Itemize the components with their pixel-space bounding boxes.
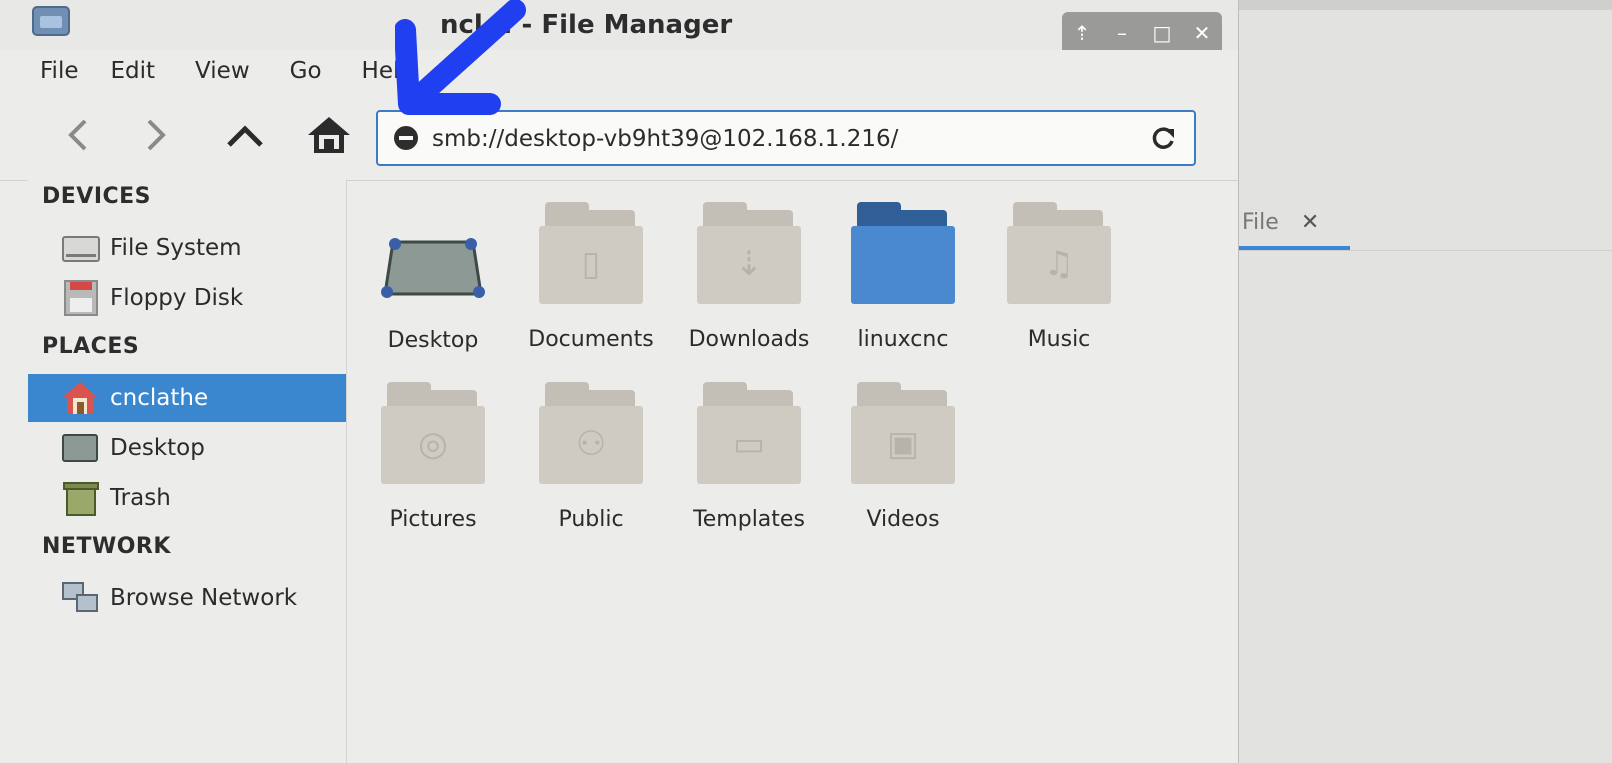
refresh-icon [1152,127,1174,149]
background-tab-label: File [1242,209,1279,235]
background-window [1230,0,1612,763]
file-name: Pictures [389,507,477,532]
app-icon [32,6,70,36]
folder-blue-icon [851,202,955,305]
sidebar-item-label: File System [110,235,242,261]
desktop-icon [60,430,100,466]
location-input[interactable] [430,118,1134,160]
minimize-button[interactable]: – [1107,21,1137,45]
file-name: Downloads [688,327,810,352]
file-item-linuxcnc[interactable]: linuxcnc [828,182,978,352]
file-item-pictures[interactable]: ◎ Pictures [358,362,508,532]
chevron-right-icon [147,119,166,151]
forward-button[interactable] [132,110,182,160]
home-icon [60,380,100,416]
network-icon [60,580,100,616]
menu-view[interactable]: View [155,58,250,84]
file-item-downloads[interactable]: ⇣ Downloads [674,182,824,352]
file-name: linuxcnc [857,327,949,352]
menu-file[interactable]: File [0,58,79,84]
folder-documents-icon: ▯ [539,202,643,305]
file-item-templates[interactable]: ▭ Templates [674,362,824,532]
trash-icon [60,480,100,516]
home-icon [308,117,350,153]
background-tab[interactable]: File ✕ [1238,198,1350,250]
floppy-icon [60,280,100,316]
back-button[interactable] [52,110,102,160]
file-item-documents[interactable]: ▯ Documents [516,182,666,352]
sidebar: DEVICES File System Floppy Disk PLACES c… [28,180,347,763]
sidebar-item-trash[interactable]: Trash [28,474,346,522]
section-places: PLACES [42,334,140,359]
menu-go[interactable]: Go [250,58,322,84]
background-divider [1230,250,1612,251]
desktop-icon [381,202,485,306]
file-item-desktop[interactable]: Desktop [358,182,508,353]
file-item-videos[interactable]: ▣ Videos [828,362,978,532]
toolbar [0,92,1238,181]
file-name: Videos [866,507,940,532]
folder-downloads-icon: ⇣ [697,202,801,305]
section-devices: DEVICES [42,184,152,209]
section-network: NETWORK [42,534,171,559]
sidebar-item-browse-network[interactable]: Browse Network [28,574,346,622]
shade-button[interactable]: ⇡ [1067,21,1097,45]
maximize-button[interactable]: □ [1147,21,1177,45]
sidebar-item-label: Floppy Disk [110,285,244,311]
window-title: ncl... - File Manager [440,10,733,40]
window-controls: ⇡ – □ ✕ [1062,12,1222,54]
sidebar-item-label: Trash [110,485,171,511]
file-manager-window: ncl... - File Manager ⇡ – □ ✕ File Edit … [0,0,1239,763]
disconnect-icon[interactable] [394,126,418,150]
menu-edit[interactable]: Edit [79,58,156,84]
file-item-public[interactable]: ⚇ Public [516,362,666,532]
sidebar-item-cnclathe[interactable]: cnclathe [28,374,346,422]
address-bar[interactable] [376,110,1196,166]
menu-help[interactable]: Hel [322,58,400,84]
close-icon[interactable]: ✕ [1301,210,1319,235]
file-name: Public [558,507,624,532]
file-name: Desktop [387,328,479,353]
folder-public-icon: ⚇ [539,382,643,485]
menubar: File Edit View Go Hel [0,50,1238,92]
file-view: Desktop ▯ Documents ⇣ Downloads linuxcnc [348,182,1228,763]
titlebar[interactable]: ncl... - File Manager ⇡ – □ ✕ [0,0,1238,54]
file-name: Music [1027,327,1091,352]
sidebar-item-desktop[interactable]: Desktop [28,424,346,472]
chevron-up-icon [227,125,263,147]
folder-pictures-icon: ◎ [381,382,485,485]
drive-icon [60,230,100,266]
close-button[interactable]: ✕ [1187,21,1217,45]
sidebar-item-label: Desktop [110,435,205,461]
sidebar-item-label: cnclathe [110,385,209,411]
chevron-left-icon [68,119,87,151]
reload-button[interactable] [1146,122,1180,156]
sidebar-item-floppy-disk[interactable]: Floppy Disk [28,274,346,322]
folder-videos-icon: ▣ [851,382,955,485]
file-name: Templates [693,507,805,532]
folder-music-icon: ♫ [1007,202,1111,305]
file-item-music[interactable]: ♫ Music [984,182,1134,352]
folder-templates-icon: ▭ [697,382,801,485]
up-button[interactable] [220,110,270,160]
home-button[interactable] [304,110,354,160]
background-window-topbar [1230,0,1612,10]
file-name: Documents [528,327,654,352]
sidebar-item-label: Browse Network [110,585,298,611]
sidebar-item-file-system[interactable]: File System [28,224,346,272]
